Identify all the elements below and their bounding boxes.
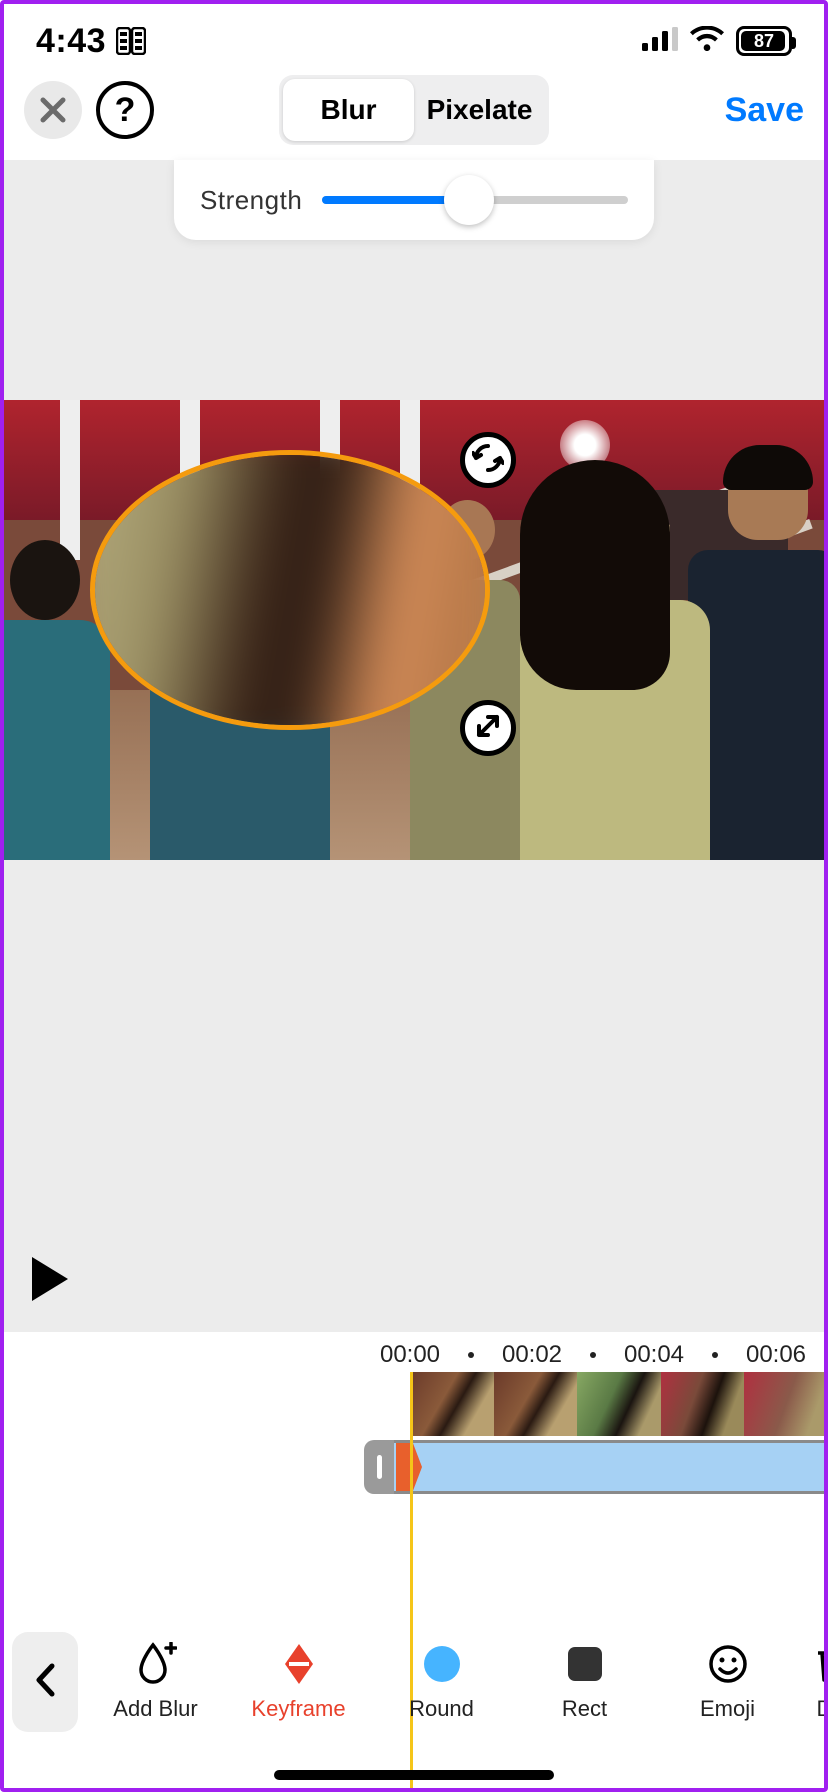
back-button[interactable] — [12, 1632, 78, 1732]
blur-region-oval[interactable] — [90, 450, 490, 730]
water-drop-plus-icon — [135, 1642, 177, 1686]
smiley-face-icon — [708, 1642, 748, 1686]
tool-label: Keyframe — [251, 1696, 345, 1722]
time-mark: 00:00 — [380, 1341, 440, 1369]
timeline-thumb[interactable] — [577, 1372, 661, 1436]
status-time: 4:43 — [36, 22, 106, 61]
home-indicator[interactable] — [274, 1770, 554, 1780]
tool-keyframe[interactable]: Keyframe — [234, 1642, 364, 1722]
sim-card-icon — [116, 27, 146, 55]
question-mark-icon: ? — [115, 91, 136, 130]
status-bar: 4:43 87 — [0, 0, 828, 60]
chevron-left-icon — [34, 1663, 56, 1702]
timeline-thumbnails[interactable] — [410, 1372, 828, 1436]
timeline: 00:00 00:02 00:04 00:06 — [0, 1332, 828, 1492]
timeline-thumb[interactable] — [661, 1372, 745, 1436]
slider-thumb[interactable] — [444, 175, 494, 225]
effect-clip[interactable] — [394, 1440, 828, 1494]
bottom-toolbar: Add Blur Keyframe Round Rect Emoji De — [0, 1612, 828, 1752]
play-button[interactable] — [28, 1255, 70, 1308]
timeline-thumb[interactable] — [744, 1372, 828, 1436]
close-button[interactable] — [24, 81, 82, 139]
preview-canvas: HF — [0, 160, 828, 1332]
battery-icon: 87 — [736, 26, 792, 56]
tool-label: Add Blur — [113, 1696, 197, 1722]
tool-add-blur[interactable]: Add Blur — [91, 1642, 221, 1722]
time-mark: 00:02 — [502, 1341, 562, 1369]
strength-label: Strength — [200, 185, 302, 216]
rotate-arrows-icon — [472, 442, 504, 479]
save-button[interactable]: Save — [725, 91, 804, 130]
tool-label: Emoji — [700, 1696, 755, 1722]
timeline-thumb[interactable] — [494, 1372, 578, 1436]
rotate-handle[interactable] — [460, 432, 516, 488]
effect-clip-track — [364, 1440, 828, 1494]
keyframe-diamond-icon — [283, 1642, 315, 1686]
tool-delete-partial[interactable]: De — [806, 1642, 828, 1722]
tool-round-shape[interactable]: Round — [377, 1642, 507, 1722]
time-mark: 00:06 — [746, 1341, 806, 1369]
segment-blur[interactable]: Blur — [283, 79, 414, 141]
timeline-thumb[interactable] — [410, 1372, 494, 1436]
tool-label: Round — [409, 1696, 474, 1722]
effect-type-segmented-control: Blur Pixelate — [279, 75, 549, 145]
strength-slider[interactable] — [322, 180, 628, 220]
trash-icon — [813, 1642, 828, 1686]
wifi-icon — [690, 26, 724, 57]
video-frame[interactable]: HF — [0, 400, 828, 860]
tool-rect-shape[interactable]: Rect — [520, 1642, 650, 1722]
segment-pixelate[interactable]: Pixelate — [414, 79, 545, 141]
resize-handle[interactable] — [460, 700, 516, 756]
tool-label: Rect — [562, 1696, 607, 1722]
cellular-signal-icon — [642, 27, 678, 56]
editor-top-bar: ? Blur Pixelate Save — [0, 60, 828, 160]
clip-trim-handle-left[interactable] — [364, 1440, 394, 1494]
circle-shape-icon — [424, 1646, 460, 1682]
strength-panel: Strength — [174, 160, 654, 240]
tool-label: De — [816, 1696, 828, 1722]
time-mark: 00:04 — [624, 1341, 684, 1369]
tool-emoji[interactable]: Emoji — [663, 1642, 793, 1722]
square-shape-icon — [568, 1647, 602, 1681]
resize-diagonal-icon — [472, 710, 504, 747]
help-button[interactable]: ? — [96, 81, 154, 139]
time-ruler: 00:00 00:02 00:04 00:06 — [0, 1340, 828, 1370]
